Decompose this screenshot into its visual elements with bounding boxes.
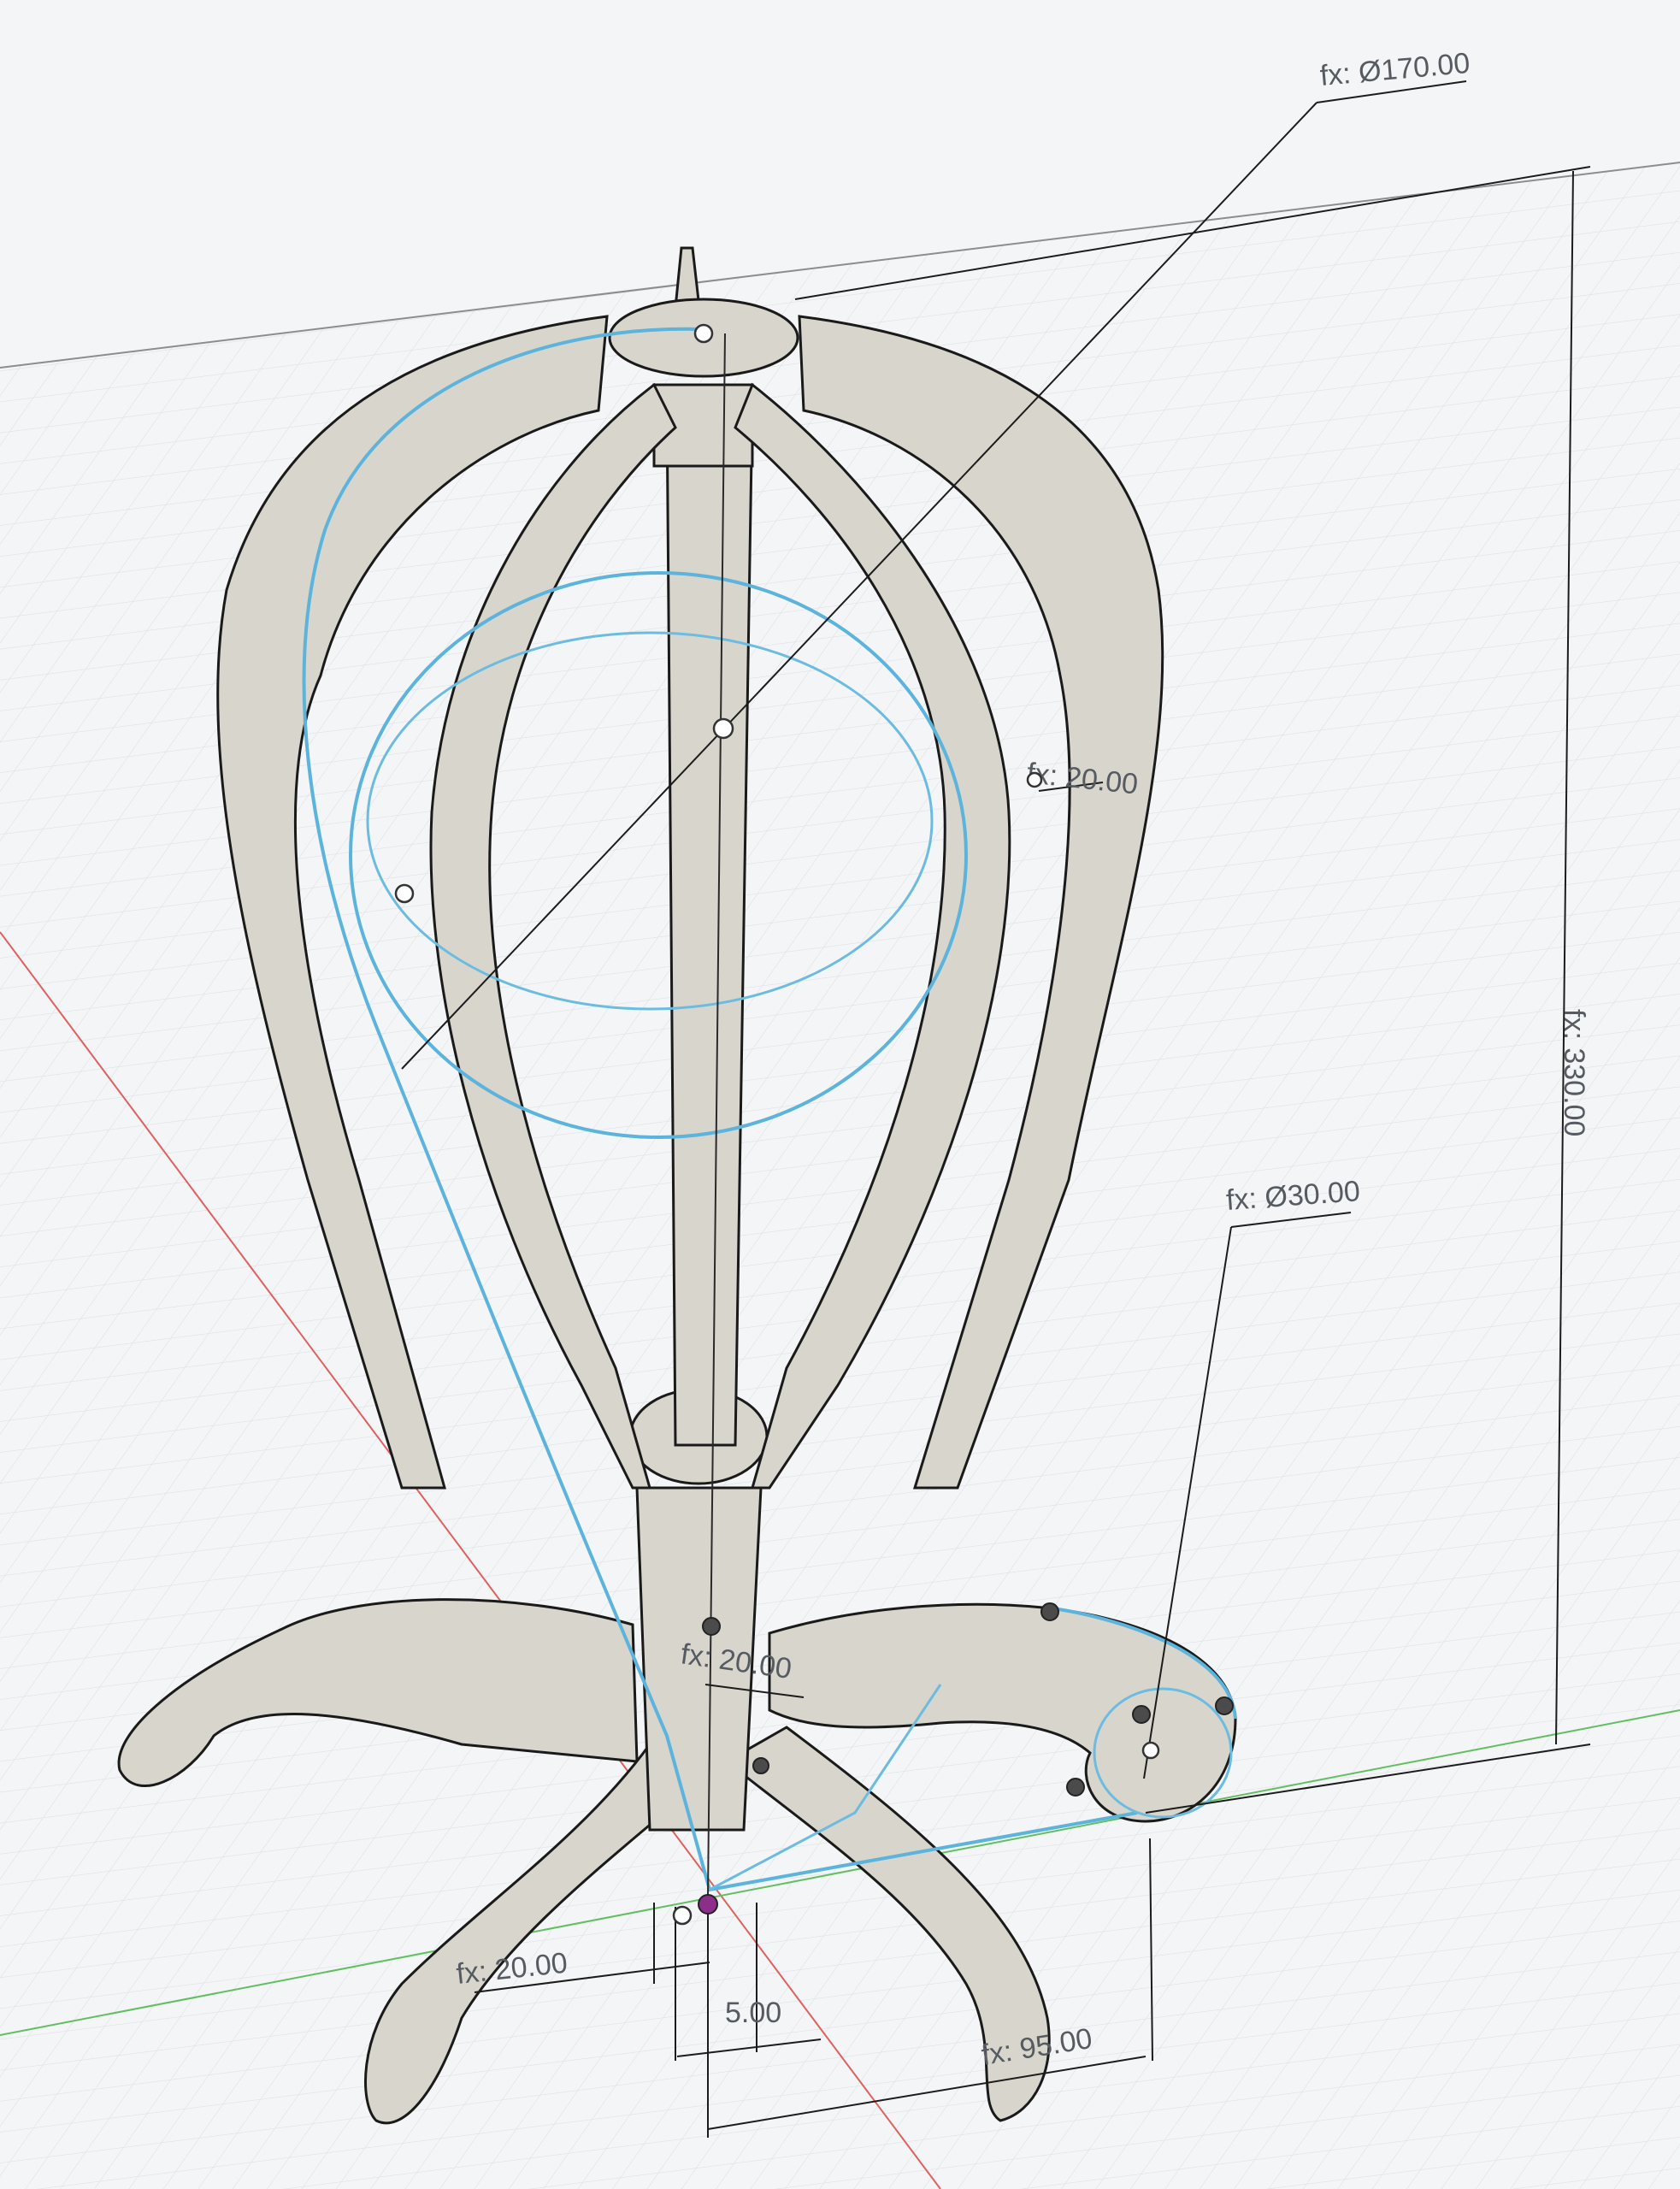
sketch-point[interactable] [702,1617,721,1636]
sketch-point[interactable] [1026,771,1043,788]
offset-label: 5.00 [725,1997,781,2029]
sketch-point[interactable] [712,717,734,740]
height-label: fx: 330.00 [1558,1009,1590,1136]
sketch-point[interactable] [394,883,415,904]
sketch-point[interactable] [1132,1705,1151,1724]
sketch-point[interactable] [752,1757,769,1774]
sketch-point[interactable] [1066,1778,1085,1797]
origin-point[interactable] [698,1894,718,1915]
outer-diameter-label: fx: Ø170.00 [1318,47,1471,92]
sketch-point[interactable] [693,323,714,344]
sketch-point[interactable] [1141,1741,1160,1760]
canvas-viewport[interactable]: fx: Ø170.00 fx: 330.00 fx: Ø30.00 fx: 20… [0,0,1680,2189]
sketch-point[interactable] [672,1905,693,1926]
sketch-point[interactable] [1040,1602,1059,1621]
sketch-point[interactable] [1215,1696,1234,1715]
